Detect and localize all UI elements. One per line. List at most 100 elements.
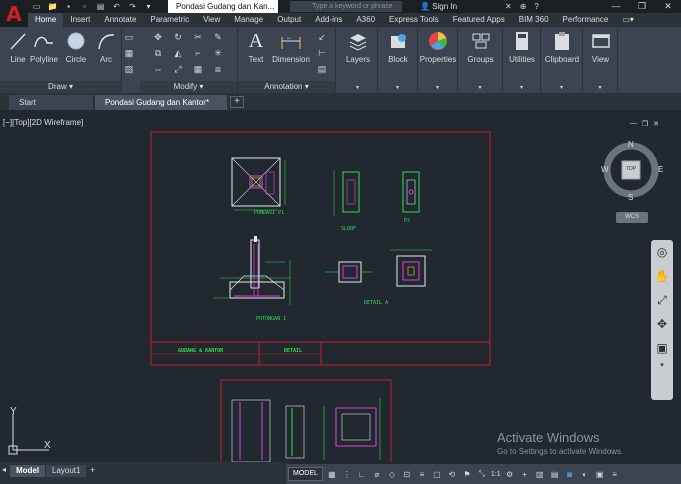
minimize-icon[interactable]: — — [603, 0, 629, 13]
object-snap-icon[interactable]: ⊡ — [401, 467, 413, 481]
tab-start[interactable]: Start — [9, 95, 93, 110]
tab-performance[interactable]: Performance — [556, 13, 616, 27]
view-tool[interactable]: View — [583, 30, 618, 64]
chevron-down-icon[interactable]: ▾ — [378, 84, 417, 91]
chevron-down-icon[interactable]: ▾ — [418, 84, 457, 91]
tab-model[interactable]: Model — [10, 465, 46, 477]
linear-dim-icon[interactable]: ⊢ — [316, 47, 328, 59]
properties-tool[interactable]: Properties — [418, 30, 458, 64]
chevron-down-icon[interactable]: ▾ — [583, 84, 617, 91]
tab-parametric[interactable]: Parametric — [143, 13, 196, 27]
save-as-icon[interactable]: ▫ — [78, 1, 91, 12]
steering-wheel-icon[interactable]: ◎ — [651, 240, 673, 264]
chevron-down-icon[interactable]: ▾ — [503, 84, 540, 91]
pan-icon[interactable]: ✋ — [651, 264, 673, 288]
save-icon[interactable]: ▪ — [62, 1, 75, 12]
drawing-canvas[interactable] — [0, 110, 681, 462]
annotation-scale[interactable]: 1:1 — [491, 471, 501, 478]
layout-prev-icon[interactable]: ◂ — [2, 465, 6, 474]
stretch-icon[interactable]: ⇔ — [152, 63, 164, 75]
wcs-menu[interactable]: WCS — [616, 212, 648, 223]
annotation-panel-label[interactable]: Annotation ▾ — [238, 81, 335, 93]
close-icon[interactable]: ✕ — [655, 0, 681, 13]
hardware-accel-icon[interactable]: ◙ — [564, 467, 576, 481]
annotation-visibility-icon[interactable]: ⚑ — [461, 467, 473, 481]
text-tool[interactable]: A Text — [238, 30, 274, 65]
scale-icon[interactable]: ⤢ — [172, 63, 184, 75]
selection-cycling-icon[interactable]: ⟲ — [446, 467, 458, 481]
help-icon[interactable]: ? — [534, 2, 538, 11]
new-layout-icon[interactable]: + — [90, 465, 95, 475]
utilities-panel[interactable]: Utilities ▾ — [503, 27, 541, 93]
tab-bim-360[interactable]: BIM 360 — [512, 13, 556, 27]
new-tab-button[interactable]: + — [230, 96, 244, 108]
chevron-down-icon[interactable]: ▾ — [458, 84, 502, 91]
units-icon[interactable]: ▥ — [534, 467, 546, 481]
workspace-dropdown-icon[interactable]: ▾ — [142, 1, 155, 12]
isolate-objects-icon[interactable]: ◐ — [579, 467, 591, 481]
drawing-viewport[interactable]: [−][Top][2D Wireframe] — ❐ ✕ PONDASI P1 … — [0, 110, 681, 462]
copy-icon[interactable]: ⧉ — [152, 47, 164, 59]
autocad-logo[interactable]: A — [0, 0, 28, 27]
fillet-icon[interactable]: ⌐ — [192, 47, 204, 59]
groups-panel[interactable]: Groups ▾ — [458, 27, 503, 93]
tab-annotate[interactable]: Annotate — [97, 13, 143, 27]
table-icon[interactable]: ▤ — [316, 63, 328, 75]
compass-east[interactable]: E — [658, 165, 663, 174]
explode-icon[interactable]: ✳ — [212, 47, 224, 59]
view-panel[interactable]: View ▾ — [583, 27, 618, 93]
tab-active-drawing[interactable]: Pondasi Gudang dan Kantor* — [95, 95, 227, 110]
offset-icon[interactable]: ⧈ — [212, 63, 224, 75]
erase-icon[interactable]: ✎ — [212, 31, 224, 43]
grid-icon[interactable]: ▦ — [326, 467, 338, 481]
showmotion-icon[interactable]: ▣ — [651, 336, 673, 360]
tab-output[interactable]: Output — [270, 13, 308, 27]
gradient-icon[interactable]: ▧ — [123, 63, 135, 75]
restore-icon[interactable]: ❐ — [629, 0, 655, 13]
zoom-extents-icon[interactable]: ⤢ — [651, 288, 673, 312]
layers-tool[interactable]: Layers — [338, 30, 378, 64]
layers-panel[interactable]: Layers ▾ — [338, 27, 378, 93]
move-icon[interactable]: ✥ — [152, 31, 164, 43]
quick-properties-icon[interactable]: ▤ — [549, 467, 561, 481]
compass-north[interactable]: N — [628, 140, 634, 149]
hatch-icon[interactable]: ▦ — [123, 47, 135, 59]
compass-west[interactable]: W — [601, 165, 609, 174]
new-file-icon[interactable]: ▭ — [30, 1, 43, 12]
block-panel[interactable]: Block ▾ — [378, 27, 418, 93]
trim-icon[interactable]: ✂ — [192, 31, 204, 43]
tab-add-ins[interactable]: Add-ins — [308, 13, 349, 27]
clean-screen-icon[interactable]: ▣ — [594, 467, 606, 481]
tab-home[interactable]: Home — [28, 13, 64, 27]
exchange-icon[interactable]: ✕ — [505, 2, 512, 11]
undo-icon[interactable]: ↶ — [110, 1, 123, 12]
model-space-button[interactable]: MODEL — [288, 467, 323, 481]
block-tool[interactable]: Block — [378, 30, 418, 64]
connect-icon[interactable]: ⊕ — [520, 2, 527, 11]
mirror-icon[interactable]: ◭ — [172, 47, 184, 59]
ortho-icon[interactable]: ∟ — [356, 467, 368, 481]
polar-icon[interactable]: ⌀ — [371, 467, 383, 481]
tab-view[interactable]: View — [196, 13, 227, 27]
properties-panel[interactable]: Properties ▾ — [418, 27, 458, 93]
print-icon[interactable]: ▤ — [94, 1, 107, 12]
tab-express-tools[interactable]: Express Tools — [382, 13, 446, 27]
arc-tool[interactable]: Arc — [88, 30, 124, 64]
polyline-tool[interactable]: Polyline — [26, 30, 62, 64]
settings-icon[interactable]: ⚙ — [504, 467, 516, 481]
dimension-tool[interactable]: ↔ Dimension — [270, 30, 312, 64]
customize-icon[interactable]: ≡ — [609, 467, 621, 481]
viewcube[interactable]: TOP N S E W — [598, 140, 664, 206]
isodraft-icon[interactable]: ◇ — [386, 467, 398, 481]
compass-south[interactable]: S — [628, 193, 633, 202]
tab-a360[interactable]: A360 — [349, 13, 382, 27]
transparency-icon[interactable]: ▢ — [431, 467, 443, 481]
groups-tool[interactable]: Groups — [458, 30, 503, 64]
sign-in-button[interactable]: 👤 Sign In — [420, 0, 457, 13]
array-icon[interactable]: ▦ — [192, 63, 204, 75]
chevron-down-icon[interactable]: ▾ — [338, 84, 377, 91]
tab-insert[interactable]: Insert — [63, 13, 97, 27]
rotate-icon[interactable]: ↻ — [172, 31, 184, 43]
draw-panel-label[interactable]: Draw ▾ — [0, 81, 121, 93]
open-file-icon[interactable]: 📁 — [46, 1, 59, 12]
